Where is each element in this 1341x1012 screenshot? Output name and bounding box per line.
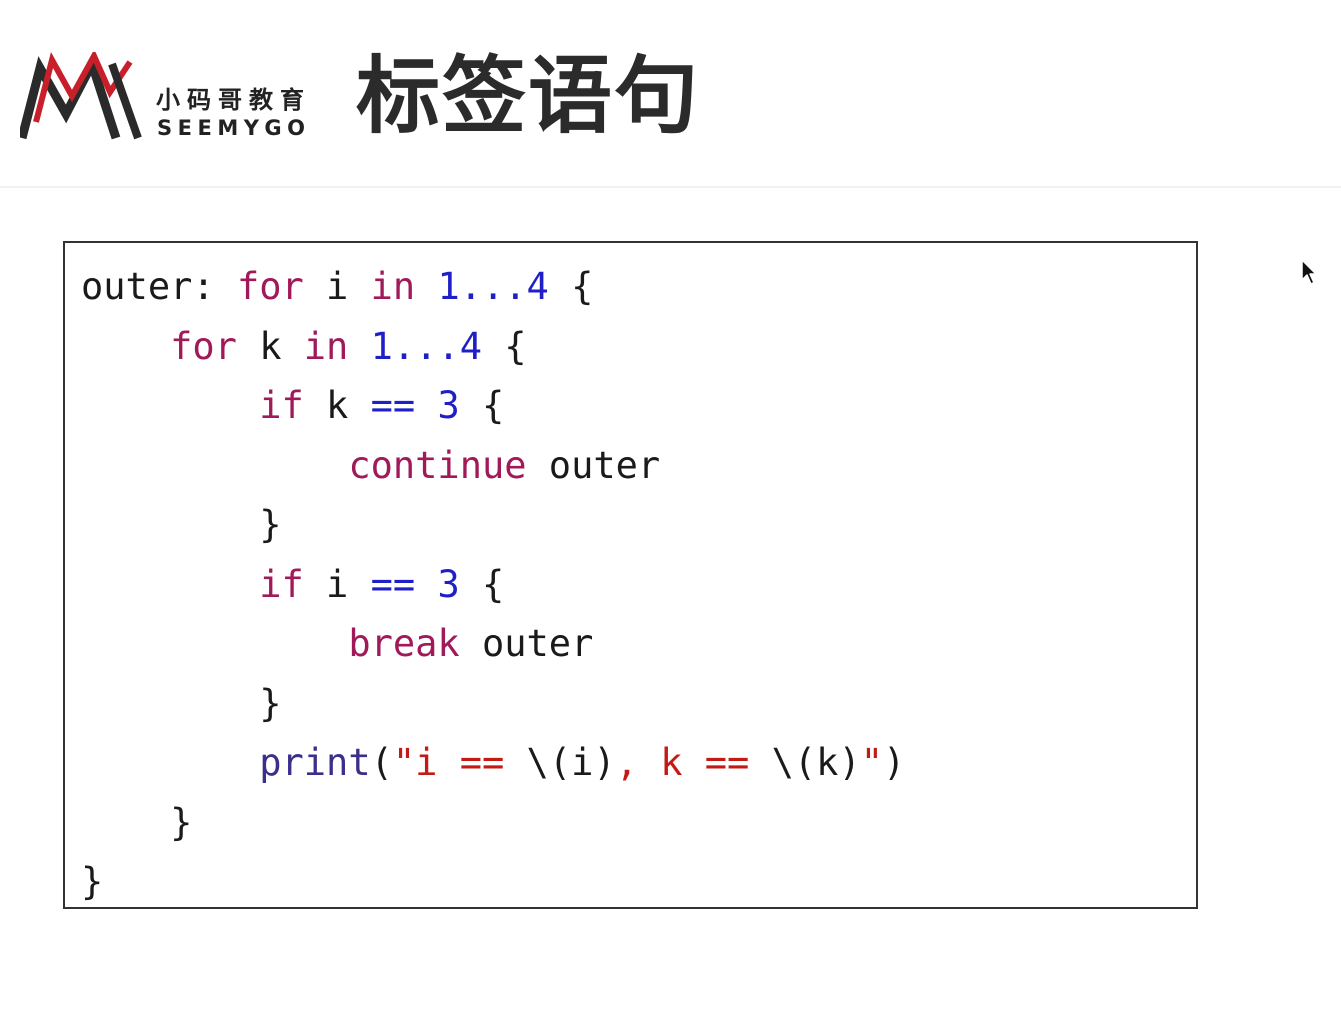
- logo-chinese-text: 小码哥教育: [156, 86, 311, 114]
- code-listing: outer: for i in 1...4 { for k in 1...4 {…: [81, 257, 905, 912]
- code-token-plain: }: [81, 800, 193, 844]
- code-token-plain: outer: [526, 443, 661, 487]
- mouse-pointer-icon: [1301, 259, 1317, 285]
- slide-header: 小码哥教育 SEEMYGO 标签语句: [0, 0, 1341, 188]
- code-token-plain: outer:: [81, 265, 237, 308]
- code-line: if k == 3 {: [81, 376, 905, 436]
- code-token-str: "i ==: [392, 741, 527, 784]
- code-line: }: [81, 495, 905, 555]
- code-token-str: ": [860, 741, 884, 784]
- code-token-plain: k: [303, 384, 371, 427]
- code-token-plain: {: [548, 265, 594, 308]
- code-token-kw: if: [259, 562, 304, 606]
- code-token-plain: \(: [526, 741, 572, 784]
- m-logo-icon: [20, 52, 142, 140]
- code-token-op: ==: [370, 562, 416, 606]
- code-line: }: [81, 793, 905, 853]
- code-token-plain: }: [81, 860, 104, 903]
- code-token-str: , k ==: [615, 741, 772, 784]
- code-token-plain: {: [459, 562, 505, 606]
- code-token-plain: }: [81, 681, 282, 725]
- page-title: 标签语句: [356, 47, 701, 145]
- code-token-kw: for: [170, 324, 237, 368]
- code-token-kw: in: [370, 265, 416, 308]
- code-token-plain: }: [81, 503, 282, 546]
- code-token-plain: ): [883, 741, 906, 784]
- code-line: print("i == \(i), k == \(k)"): [81, 733, 905, 793]
- code-token-plain: i: [303, 562, 371, 606]
- code-token-plain: ): [593, 741, 616, 784]
- code-token-plain: \(: [771, 741, 817, 784]
- code-token-num: 3: [437, 562, 460, 606]
- code-token-kw: continue: [348, 443, 527, 487]
- code-line: }: [81, 674, 905, 734]
- code-line: outer: for i in 1...4 {: [81, 257, 905, 317]
- code-token-plain: k: [816, 741, 839, 784]
- code-token-plain: {: [482, 324, 527, 368]
- code-token-num: 1...4: [437, 265, 549, 308]
- code-token-plain: i: [571, 741, 594, 784]
- code-line: break outer: [81, 614, 905, 674]
- code-token-plain: ): [838, 741, 861, 784]
- code-line: continue outer: [81, 436, 905, 496]
- code-token-plain: (: [370, 741, 393, 784]
- code-token-kw: for: [236, 265, 304, 308]
- code-token-num: 1...4: [370, 324, 482, 368]
- code-token-plain: outer: [459, 622, 594, 665]
- code-line: }: [81, 852, 905, 912]
- code-token-fn: print: [259, 741, 371, 784]
- code-token-kw: in: [303, 324, 349, 368]
- code-token-kw: break: [348, 622, 460, 665]
- code-token-num: 3: [437, 384, 460, 427]
- code-line: if i == 3 {: [81, 555, 905, 615]
- code-block: outer: for i in 1...4 { for k in 1...4 {…: [63, 241, 1198, 909]
- logo-english-text: SEEMYGO: [157, 116, 311, 140]
- code-token-plain: k: [236, 324, 304, 368]
- code-token-plain: i: [303, 265, 371, 308]
- code-token-plain: {: [459, 384, 505, 427]
- code-token-op: ==: [370, 384, 416, 427]
- brand-logo: 小码哥教育 SEEMYGO: [20, 52, 320, 144]
- code-token-kw: if: [259, 384, 304, 427]
- code-line: for k in 1...4 {: [81, 317, 905, 377]
- slide: 小码哥教育 SEEMYGO 标签语句 outer: for i in 1...4…: [0, 0, 1341, 1012]
